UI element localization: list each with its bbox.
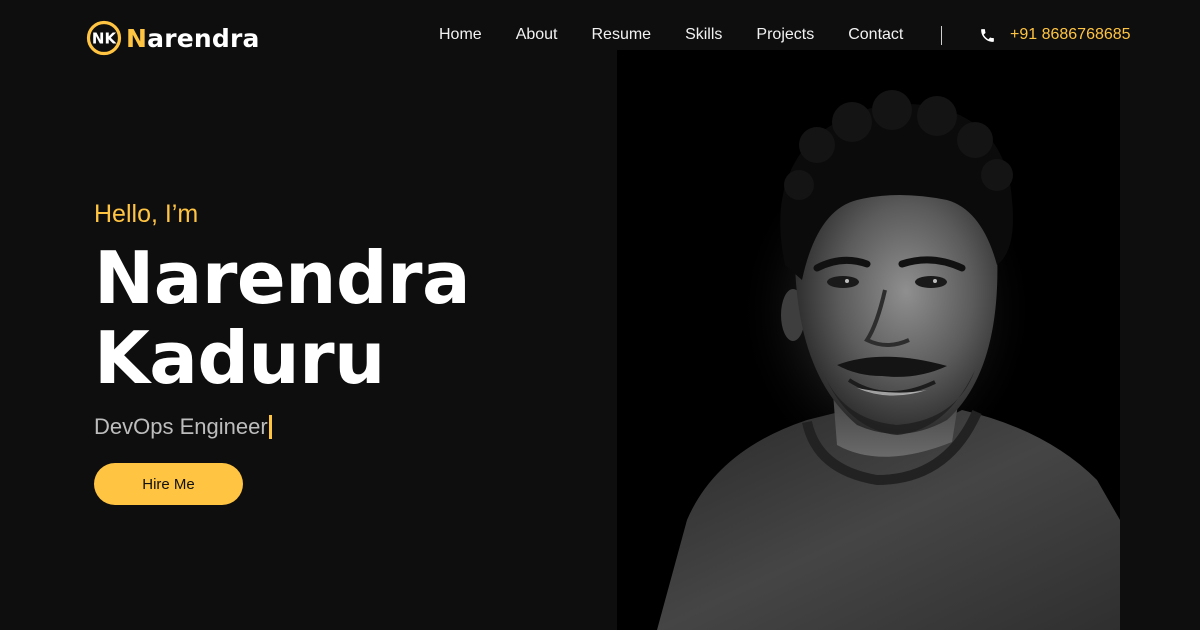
logo-rest: arendra	[147, 23, 260, 53]
portrait-photo	[617, 50, 1120, 630]
svg-text:NK: NK	[92, 30, 118, 48]
page: NK Narendra Home About Resume Skills Pro…	[0, 0, 1200, 630]
main-nav: Home About Resume Skills Projects Contac…	[439, 24, 903, 46]
logo-text: Narendra	[126, 24, 260, 53]
hero-role: DevOps Engineer	[94, 412, 272, 442]
nav-projects[interactable]: Projects	[756, 24, 814, 46]
hero-greeting: Hello, I’m	[94, 200, 199, 228]
nav-home[interactable]: Home	[439, 24, 482, 46]
logo-mark-icon: NK	[86, 20, 122, 56]
logo-initial: N	[126, 23, 148, 53]
typing-caret	[268, 415, 272, 439]
logo-link[interactable]: NK Narendra	[86, 19, 260, 57]
nav-about[interactable]: About	[516, 24, 558, 46]
hero-name-first: Narendra	[94, 236, 471, 320]
hero-portrait	[617, 50, 1120, 630]
hero-role-text: DevOps Engineer	[94, 414, 268, 439]
hero-name: Narendra Kaduru	[94, 236, 471, 400]
phone-number: +91 8686768685	[1010, 26, 1131, 43]
nav-contact[interactable]: Contact	[848, 24, 903, 46]
nav-resume[interactable]: Resume	[592, 24, 652, 46]
phone-link[interactable]: +91 8686768685	[979, 24, 1131, 46]
nav-skills[interactable]: Skills	[685, 24, 722, 46]
phone-icon	[981, 28, 994, 42]
nav-divider	[941, 26, 942, 45]
hire-me-button[interactable]: Hire Me	[94, 463, 243, 505]
hero-name-last: Kaduru	[94, 316, 385, 400]
